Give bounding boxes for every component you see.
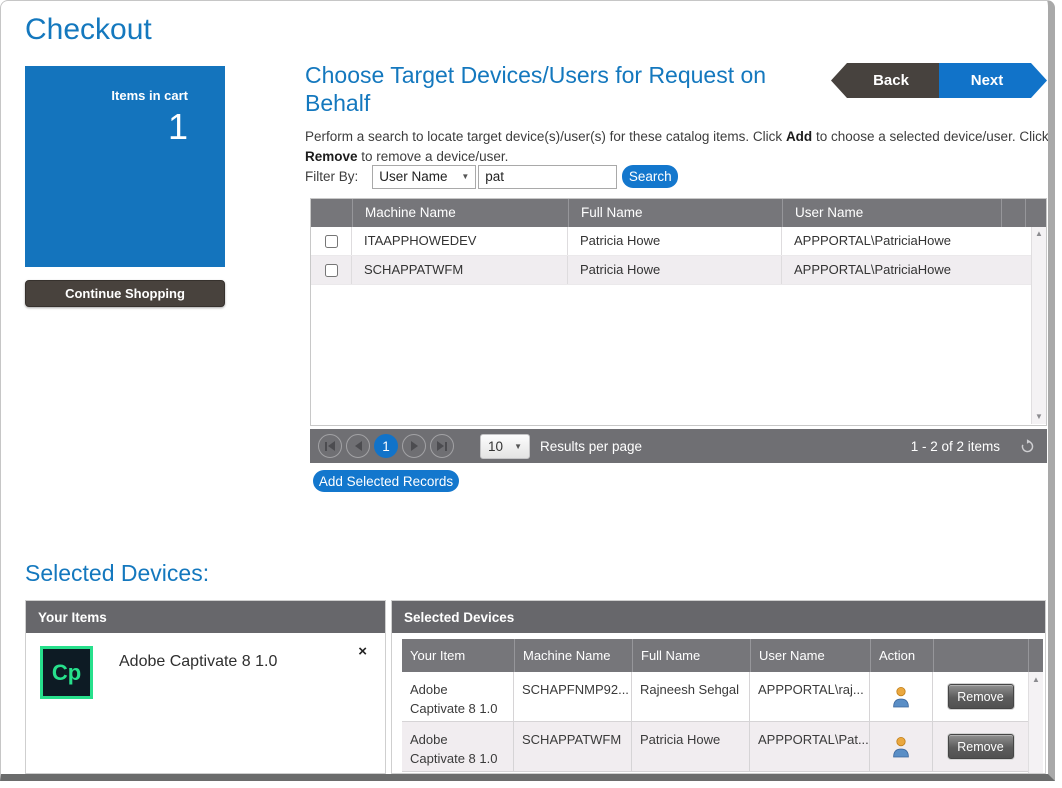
items-range-label: 1 - 2 of 2 items bbox=[911, 439, 1000, 454]
last-page-button[interactable] bbox=[430, 434, 454, 458]
page-title: Checkout bbox=[25, 13, 152, 47]
search-results-grid: Machine Name Full Name User Name ITAAPPH… bbox=[310, 198, 1047, 426]
filter-bar: Filter By: User Name ▼ Search bbox=[305, 164, 678, 189]
your-item-cell: Adobe Captivate 8 1.0 bbox=[402, 722, 514, 771]
full-name-cell: Rajneesh Sehgal bbox=[632, 672, 750, 721]
close-icon[interactable]: × bbox=[358, 643, 367, 660]
chevron-down-icon: ▼ bbox=[461, 172, 469, 181]
chevron-down-icon: ▼ bbox=[514, 442, 522, 451]
filter-by-label: Filter By: bbox=[305, 169, 358, 184]
table-row[interactable]: Adobe Captivate 8 1.0 SCHAPPATWFM Patric… bbox=[402, 722, 1028, 772]
machine-name-cell: SCHAPPATWFM bbox=[514, 722, 632, 771]
next-button[interactable]: Next bbox=[939, 63, 1047, 98]
search-button[interactable]: Search bbox=[622, 165, 678, 188]
user-name-cell: APPPORTAL\raj... bbox=[750, 672, 870, 721]
full-name-cell: Patricia Howe bbox=[568, 256, 782, 284]
user-name-cell: APPPORTAL\PatriciaHowe bbox=[782, 256, 1030, 284]
instructions-remove-keyword: Remove bbox=[305, 149, 358, 164]
row-checkbox[interactable] bbox=[325, 264, 338, 277]
vertical-scrollbar[interactable]: ▲ bbox=[1028, 672, 1043, 774]
arrow-left-icon bbox=[355, 441, 362, 451]
user-name-cell: APPPORTAL\Pat... bbox=[750, 722, 870, 771]
remove-button[interactable]: Remove bbox=[948, 734, 1014, 759]
instructions-part: to remove a device/user. bbox=[358, 149, 509, 164]
action-column-header[interactable]: Action bbox=[870, 639, 933, 672]
instructions-add-keyword: Add bbox=[786, 129, 812, 144]
selected-devices-panel-header: Selected Devices bbox=[392, 601, 1045, 633]
your-item-column-header[interactable]: Your Item bbox=[402, 639, 514, 672]
adobe-captivate-icon: Cp bbox=[40, 646, 93, 699]
filter-field-select[interactable]: User Name ▼ bbox=[372, 165, 476, 189]
items-in-cart-label: Items in cart bbox=[111, 88, 188, 103]
checkbox-column-header bbox=[311, 199, 352, 227]
page-size-value: 10 bbox=[488, 439, 503, 454]
cart-item: Cp Adobe Captivate 8 1.0 × bbox=[26, 633, 385, 712]
results-grid-body: ITAAPPHOWEDEV Patricia Howe APPPORTAL\Pa… bbox=[311, 227, 1046, 424]
pagination-bar: 1 10 ▼ Results per page 1 - 2 of 2 items bbox=[310, 429, 1047, 463]
table-row[interactable]: Adobe Captivate 8 1.0 SCHAPFNMP92... Raj… bbox=[402, 672, 1028, 722]
remove-column-header bbox=[933, 639, 1028, 672]
section-heading: Choose Target Devices/Users for Request … bbox=[305, 61, 835, 117]
refresh-icon[interactable] bbox=[1020, 439, 1035, 454]
machine-name-cell: ITAAPPHOWEDEV bbox=[352, 227, 568, 255]
scroll-up-icon[interactable]: ▲ bbox=[1035, 230, 1043, 238]
scroll-up-icon[interactable]: ▲ bbox=[1032, 676, 1040, 684]
machine-name-cell: SCHAPPATWFM bbox=[352, 256, 568, 284]
arrow-left-icon bbox=[328, 441, 335, 451]
machine-name-cell: SCHAPFNMP92... bbox=[514, 672, 632, 721]
back-button[interactable]: Back bbox=[831, 63, 939, 98]
vertical-scrollbar[interactable]: ▲ ▼ bbox=[1031, 227, 1046, 424]
table-row[interactable]: ITAAPPHOWEDEV Patricia Howe APPPORTAL\Pa… bbox=[311, 227, 1031, 256]
instructions-text: Perform a search to locate target device… bbox=[305, 127, 1055, 168]
your-item-cell: Adobe Captivate 8 1.0 bbox=[402, 672, 514, 721]
full-name-column-header[interactable]: Full Name bbox=[568, 199, 782, 227]
scroll-down-icon[interactable]: ▼ bbox=[1035, 413, 1043, 421]
full-name-cell: Patricia Howe bbox=[632, 722, 750, 771]
remove-button[interactable]: Remove bbox=[948, 684, 1014, 709]
selected-devices-panel: Selected Devices Your Item Machine Name … bbox=[391, 600, 1046, 774]
selected-devices-heading: Selected Devices: bbox=[25, 560, 209, 587]
previous-page-button[interactable] bbox=[346, 434, 370, 458]
checkout-page: Checkout Items in cart 1 Continue Shoppi… bbox=[0, 0, 1055, 781]
table-row bbox=[402, 772, 1028, 774]
user-icon bbox=[891, 686, 911, 708]
machine-name-column-header[interactable]: Machine Name bbox=[352, 199, 568, 227]
results-grid-header: Machine Name Full Name User Name bbox=[311, 199, 1046, 227]
machine-name-column-header[interactable]: Machine Name bbox=[514, 639, 632, 672]
results-per-page-label: Results per page bbox=[540, 439, 642, 454]
your-items-panel-header: Your Items bbox=[26, 601, 385, 633]
row-checkbox[interactable] bbox=[325, 235, 338, 248]
arrow-right-icon bbox=[437, 441, 444, 451]
instructions-part: to choose a selected device/user. Click bbox=[812, 129, 1048, 144]
full-name-cell: Patricia Howe bbox=[568, 227, 782, 255]
cart-item-name: Adobe Captivate 8 1.0 bbox=[119, 653, 277, 699]
user-name-cell: APPPORTAL\PatriciaHowe bbox=[782, 227, 1030, 255]
user-name-column-header[interactable]: User Name bbox=[750, 639, 870, 672]
arrow-right-icon bbox=[411, 441, 418, 451]
first-page-button[interactable] bbox=[318, 434, 342, 458]
last-page-icon bbox=[445, 442, 447, 451]
instructions-part: Perform a search to locate target device… bbox=[305, 129, 786, 144]
selected-devices-grid: Your Item Machine Name Full Name User Na… bbox=[402, 639, 1043, 774]
your-items-panel: Your Items Cp Adobe Captivate 8 1.0 × bbox=[25, 600, 386, 774]
filter-field-value: User Name bbox=[379, 169, 447, 184]
add-selected-records-button[interactable]: Add Selected Records bbox=[313, 470, 459, 492]
user-icon bbox=[891, 736, 911, 758]
user-name-column-header[interactable]: User Name bbox=[782, 199, 1001, 227]
selected-devices-grid-header: Your Item Machine Name Full Name User Na… bbox=[402, 639, 1043, 672]
next-page-button[interactable] bbox=[402, 434, 426, 458]
empty-column-header bbox=[1001, 199, 1025, 227]
current-page-button[interactable]: 1 bbox=[374, 434, 398, 458]
scrollbar-corner-header bbox=[1028, 639, 1043, 672]
scrollbar-corner-header bbox=[1025, 199, 1046, 227]
cart-count: 1 bbox=[168, 106, 188, 148]
first-page-icon bbox=[325, 442, 327, 451]
search-input[interactable] bbox=[478, 165, 617, 189]
continue-shopping-button[interactable]: Continue Shopping bbox=[25, 280, 225, 307]
table-row[interactable]: SCHAPPATWFM Patricia Howe APPPORTAL\Patr… bbox=[311, 256, 1031, 285]
full-name-column-header[interactable]: Full Name bbox=[632, 639, 750, 672]
cart-summary-box: Items in cart 1 bbox=[25, 66, 225, 267]
page-size-select[interactable]: 10 ▼ bbox=[480, 434, 530, 459]
